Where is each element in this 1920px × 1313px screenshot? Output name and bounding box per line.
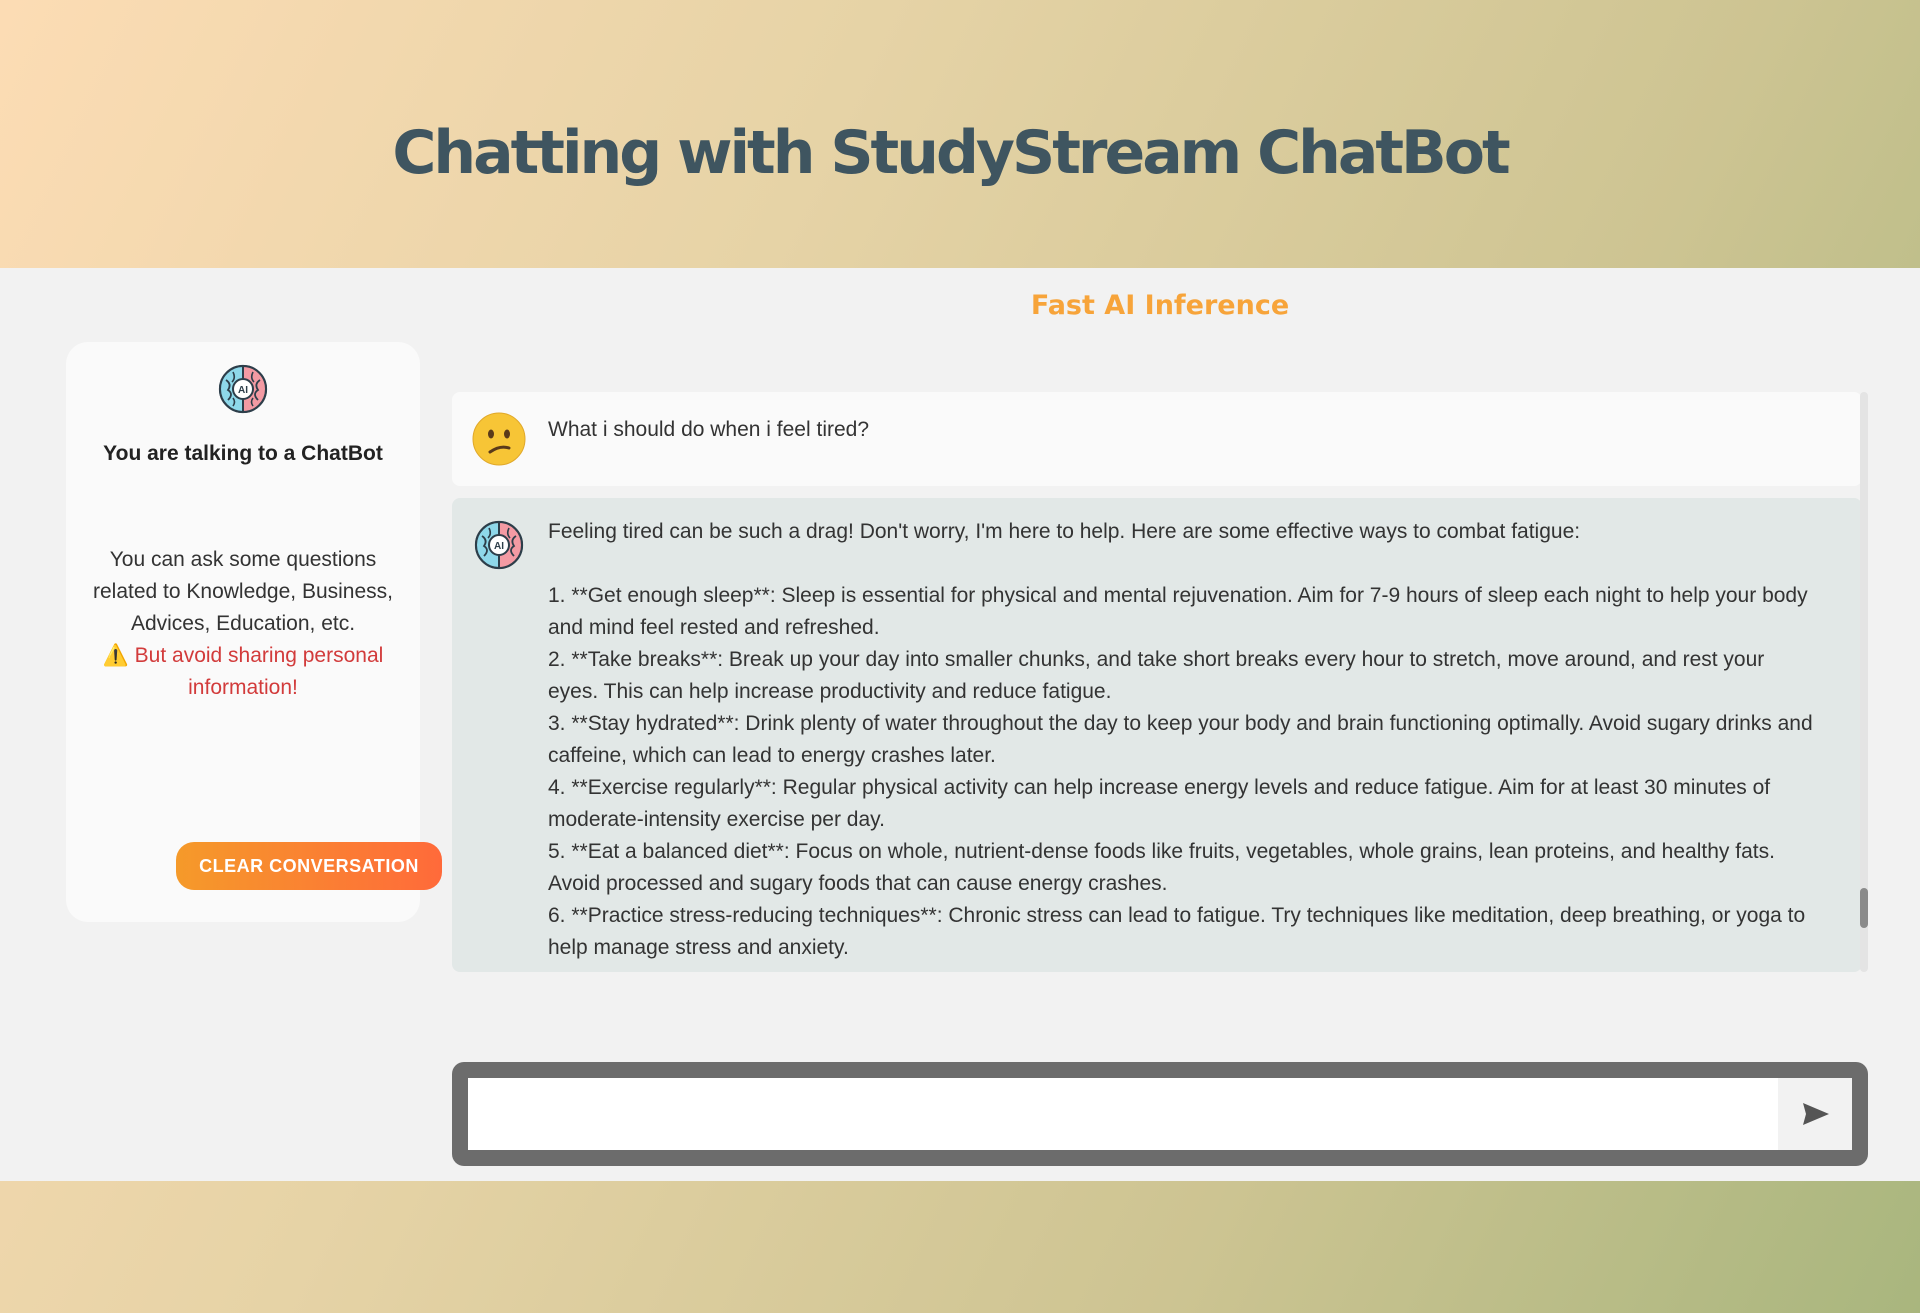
page-title: Chatting with StudyStream ChatBot	[392, 118, 1510, 188]
sidebar-info: You can ask some questions related to Kn…	[88, 544, 398, 704]
ai-brain-icon: AI	[218, 364, 268, 414]
main-panel: Fast AI Inference AI You are talking to …	[0, 268, 1920, 1181]
privacy-warning: ⚠️ But avoid sharing personal informatio…	[102, 644, 384, 699]
header: Chatting with StudyStream ChatBot	[0, 0, 1920, 268]
sidebar-info-text: You can ask some questions related to Kn…	[92, 548, 394, 635]
ai-brain-icon: AI	[474, 520, 524, 570]
chat-scrollbar[interactable]	[1860, 392, 1868, 972]
user-message-text: What i should do when i feel tired?	[548, 418, 870, 441]
subtitle: Fast AI Inference	[1030, 290, 1290, 321]
send-button[interactable]	[1778, 1078, 1852, 1150]
svg-text:AI: AI	[494, 541, 504, 552]
bot-list-item: 5. **Eat a balanced diet**: Focus on who…	[548, 840, 1775, 895]
confused-face-icon	[472, 412, 526, 466]
bot-list-item: 4. **Exercise regularly**: Regular physi…	[548, 776, 1771, 831]
bot-message-intro: Feeling tired can be such a drag! Don't …	[548, 520, 1581, 543]
chat-input[interactable]	[468, 1078, 1778, 1150]
bot-list-item: 6. **Practice stress-reducing techniques…	[548, 904, 1806, 959]
chat-input-container	[452, 1062, 1868, 1166]
sidebar-heading: You are talking to a ChatBot	[103, 442, 383, 465]
clear-conversation-button[interactable]: CLEAR CONVERSATION	[176, 842, 442, 890]
bot-message: AI Feeling tired can be such a drag! Don…	[452, 498, 1862, 972]
bot-list-item: 2. **Take breaks**: Break up your day in…	[548, 648, 1765, 703]
bot-list-item: 3. **Stay hydrated**: Drink plenty of wa…	[548, 712, 1813, 767]
bot-message-text: Feeling tired can be such a drag! Don't …	[548, 516, 1818, 964]
bot-list-item: 1. **Get enough sleep**: Sleep is essent…	[548, 584, 1808, 639]
sidebar: AI You are talking to a ChatBot You can …	[66, 342, 442, 922]
svg-text:AI: AI	[238, 385, 248, 396]
user-message: What i should do when i feel tired?	[452, 392, 1862, 486]
chat-history[interactable]: What i should do when i feel tired? AI F…	[452, 392, 1868, 972]
scrollbar-thumb[interactable]	[1860, 888, 1868, 928]
send-icon	[1803, 1103, 1829, 1125]
